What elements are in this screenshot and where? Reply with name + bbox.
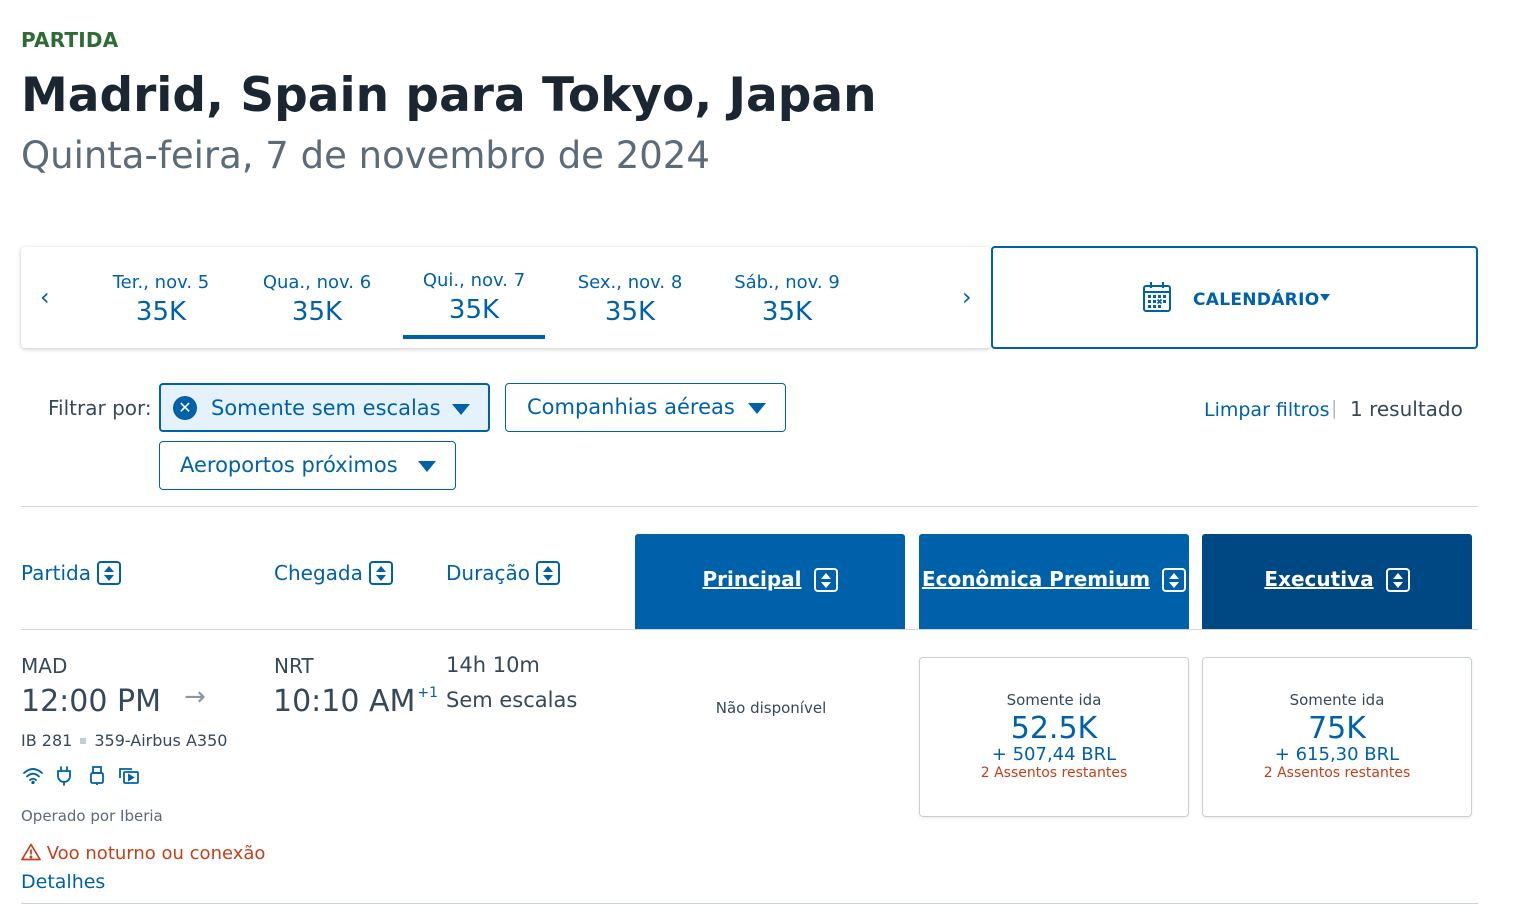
remove-filter-icon[interactable]: ✕ — [173, 396, 197, 420]
warning-icon — [21, 843, 47, 864]
fare-cash: + 615,30 BRL — [1274, 744, 1400, 765]
column-label: Chegada — [274, 561, 363, 585]
sort-icon — [1162, 567, 1187, 592]
date-option-price: 35K — [448, 295, 500, 325]
chevron-down-icon — [1320, 294, 1330, 301]
column-label: Duração — [446, 561, 531, 585]
sort-icon — [368, 560, 393, 585]
flight-info: IB 281 359-Airbus A350 — [21, 731, 227, 750]
date-option-label: Sáb., nov. 9 — [734, 272, 840, 293]
date-option-price: 35K — [761, 297, 813, 327]
operated-by: Operado por Iberia — [21, 807, 163, 825]
arrow-right-icon: → — [184, 682, 206, 712]
cabin-premium-header[interactable]: Econômica Premium — [919, 534, 1189, 629]
arrival-time: 10:10 AM — [273, 684, 416, 719]
date-option-price: 35K — [135, 297, 187, 327]
cabin-label: Executiva — [1264, 567, 1374, 591]
divider — [21, 903, 1478, 904]
date-option-label: Sex., nov. 8 — [577, 272, 683, 293]
fare-type: Somente ida — [1006, 691, 1102, 709]
executive-fare-card[interactable]: Somente ida 75K + 615,30 BRL 2 Assentos … — [1202, 657, 1472, 817]
sort-arrival-button[interactable]: Chegada — [274, 560, 393, 587]
sort-departure-button[interactable]: Partida — [21, 560, 121, 587]
chevron-down-icon — [748, 403, 766, 414]
sort-icon — [1385, 567, 1410, 592]
cabin-label: Econômica Premium — [921, 567, 1151, 591]
details-link[interactable]: Detalhes — [21, 871, 105, 893]
date-option[interactable]: Qua., nov. 6 35K — [246, 272, 388, 327]
date-option[interactable]: Ter., nov. 5 35K — [90, 272, 232, 327]
next-dates-button[interactable]: › — [962, 283, 972, 311]
cabin-label: Principal — [702, 567, 802, 591]
sort-icon — [97, 560, 121, 585]
selected-date-indicator — [403, 335, 545, 339]
flight-duration: 14h 10m — [446, 653, 540, 677]
aircraft-type: 359-Airbus A350 — [94, 731, 228, 750]
divider: | — [1331, 397, 1338, 419]
filter-chip-label: Somente sem escalas — [211, 396, 441, 420]
seats-remaining: 2 Assentos restantes — [1263, 765, 1411, 781]
date-option-label: Qui., nov. 7 — [422, 270, 526, 291]
section-eyebrow: PARTIDA — [21, 28, 119, 52]
destination-code: NRT — [274, 654, 314, 678]
date-option-label: Qua., nov. 6 — [262, 272, 372, 293]
fare-points: 52.5K — [1010, 711, 1098, 746]
principal-fare-unavailable: Não disponível — [715, 699, 827, 717]
cabin-principal-header[interactable]: Principal — [635, 534, 905, 629]
wifi-icon — [22, 766, 44, 788]
date-option-price: 35K — [604, 297, 656, 327]
divider — [21, 629, 1478, 630]
clear-filters-link[interactable]: Limpar filtros — [1204, 399, 1330, 421]
filter-chip-label: Companhias aéreas — [527, 395, 735, 419]
sort-duration-button[interactable]: Duração — [446, 560, 561, 587]
warning-text: Voo noturno ou conexão — [46, 843, 266, 864]
filter-nearby-airports-chip[interactable]: Aeroportos próximos — [159, 441, 456, 490]
fare-points: 75K — [1308, 711, 1366, 746]
overnight-warning: Voo noturno ou conexão — [21, 843, 265, 864]
column-label: Partida — [21, 561, 91, 585]
day-offset: +1 — [417, 685, 439, 701]
filter-chip-label: Aeroportos próximos — [180, 453, 398, 477]
flight-number: IB 281 — [21, 731, 73, 750]
usb-icon — [89, 766, 105, 790]
separator-dot — [80, 738, 87, 744]
cabin-executive-header[interactable]: Executiva — [1202, 534, 1472, 629]
sort-icon — [536, 560, 561, 585]
power-outlet-icon — [56, 766, 72, 790]
filter-airlines-chip[interactable]: Companhias aéreas — [505, 383, 786, 432]
date-option-selected[interactable]: Qui., nov. 7 35K — [403, 270, 545, 325]
sort-icon — [813, 567, 838, 592]
entertainment-icon — [118, 766, 140, 790]
previous-dates-button[interactable]: ‹ — [40, 283, 50, 311]
results-count: 1 resultado — [1350, 397, 1463, 421]
premium-fare-card[interactable]: Somente ida 52.5K + 507,44 BRL 2 Assento… — [919, 657, 1189, 817]
divider — [21, 506, 1478, 507]
flight-stops: Sem escalas — [446, 688, 578, 712]
date-option-price: 35K — [291, 297, 343, 327]
calendar-icon — [1142, 281, 1172, 317]
travel-date: Quinta-feira, 7 de novembro de 2024 — [21, 134, 710, 177]
origin-code: MAD — [21, 654, 68, 678]
date-option[interactable]: Sex., nov. 8 35K — [559, 272, 701, 327]
departure-time: 12:00 PM — [21, 684, 161, 719]
fare-type: Somente ida — [1289, 691, 1385, 709]
arrival-time-block: 10:10 AM +1 — [273, 684, 438, 719]
date-option-label: Ter., nov. 5 — [112, 272, 210, 293]
chevron-down-icon — [452, 404, 470, 415]
seats-remaining: 2 Assentos restantes — [980, 765, 1128, 781]
fare-cash: + 507,44 BRL — [991, 744, 1117, 765]
filter-label: Filtrar por: — [48, 396, 152, 420]
calendar-label: CALENDÁRIO — [1193, 290, 1320, 310]
chevron-down-icon — [418, 461, 436, 472]
filter-nonstop-chip[interactable]: ✕ Somente sem escalas — [159, 383, 490, 432]
page-title: Madrid, Spain para Tokyo, Japan — [21, 68, 877, 123]
date-option[interactable]: Sáb., nov. 9 35K — [716, 272, 858, 327]
